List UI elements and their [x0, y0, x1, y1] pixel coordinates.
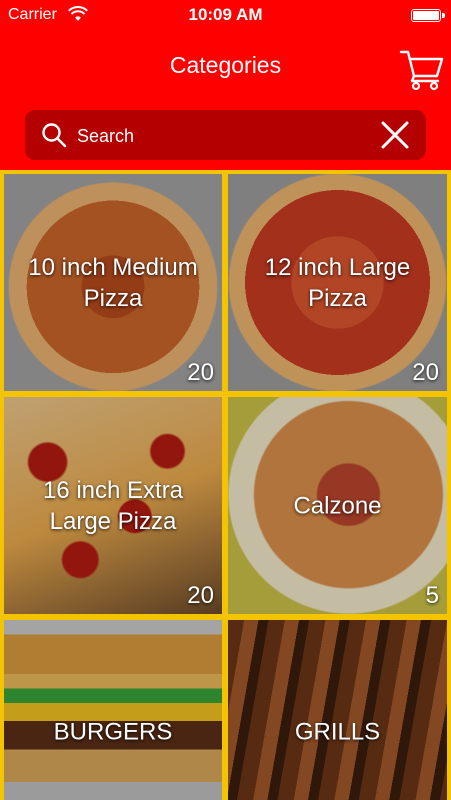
search-bar: [0, 102, 451, 170]
category-tile[interactable]: 12 inch Large Pizza 20: [228, 174, 447, 391]
cart-icon[interactable]: [399, 46, 445, 92]
search-icon: [42, 123, 67, 148]
category-count: 5: [425, 582, 439, 609]
category-count: 20: [412, 359, 439, 386]
category-grid: 10 inch Medium Pizza 20 12 inch Large Pi…: [0, 170, 451, 800]
battery-icon: [411, 9, 445, 22]
category-tile[interactable]: 10 inch Medium Pizza 20: [4, 174, 222, 391]
category-name: 10 inch Medium Pizza: [28, 253, 198, 312]
category-name: BURGERS: [53, 718, 173, 746]
page-title: Categories: [169, 52, 282, 78]
category-count: 20: [187, 359, 214, 386]
category-tile[interactable]: Calzone 5: [228, 397, 447, 614]
status-bar: Carrier 10:09 AM: [0, 0, 451, 32]
nav-bar: Categories: [0, 32, 451, 102]
status-time: 10:09 AM: [188, 5, 263, 24]
search-box[interactable]: [25, 110, 426, 162]
category-count: 20: [187, 582, 214, 609]
category-name: 12 inch Large Pizza: [264, 253, 411, 312]
category-name: 16 inch Extra Large Pizza: [42, 476, 184, 535]
category-name: Calzone: [293, 492, 382, 519]
close-icon[interactable]: [380, 120, 410, 150]
app-screen: Carrier 10:09 AM Categories Search 10 in…: [0, 0, 451, 800]
category-tile[interactable]: 16 inch Extra Large Pizza 20: [4, 397, 222, 614]
search-input[interactable]: [75, 110, 379, 162]
category-tile[interactable]: GRILLS: [228, 620, 447, 800]
category-name: GRILLS: [294, 718, 381, 746]
category-tile[interactable]: BURGERS: [4, 620, 222, 800]
